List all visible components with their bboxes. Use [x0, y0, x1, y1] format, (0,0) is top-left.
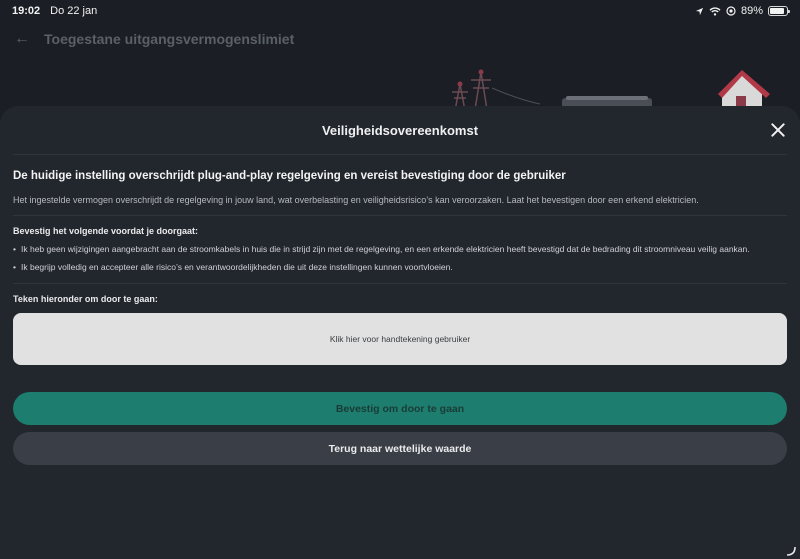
status-date: Do 22 jan [50, 5, 98, 17]
battery-icon [768, 6, 790, 16]
divider [13, 154, 787, 155]
page-header: ← Toegestane uitgangsvermogenslimiet [14, 30, 294, 48]
warning-description: Het ingestelde vermogen overschrijdt de … [13, 195, 699, 205]
divider [13, 283, 787, 284]
confirm-button[interactable]: Bevestig om door te gaan [13, 392, 787, 425]
sheet-header: Veiligheidsovereenkomst [0, 106, 800, 154]
sheet-content: De huidige instelling overschrijdt plug-… [0, 170, 800, 205]
signature-pad[interactable]: Klik hier voor handtekening gebruiker [13, 313, 787, 365]
location-icon [695, 7, 704, 15]
warning-heading: De huidige instelling overschrijdt plug-… [13, 170, 566, 182]
safety-agreement-sheet: Veiligheidsovereenkomst De huidige inste… [0, 106, 800, 559]
resize-corner-icon [786, 546, 796, 556]
back-arrow-icon[interactable]: ← [14, 30, 30, 48]
status-right: 89% [695, 5, 790, 17]
divider [13, 215, 787, 216]
focus-icon [726, 6, 736, 16]
status-left: 19:02 Do 22 jan [12, 5, 97, 17]
wifi-icon [709, 6, 721, 16]
signature-section: Teken hieronder om door te gaan: Klik hi… [0, 294, 800, 465]
confirm-list: Ik heb geen wijzigingen aangebracht aan … [13, 243, 787, 273]
battery-percent: 89% [740, 5, 763, 17]
sign-label: Teken hieronder om door te gaan: [13, 294, 158, 304]
signature-placeholder: Klik hier voor handtekening gebruiker [329, 334, 471, 344]
sheet-title: Veiligheidsovereenkomst [321, 122, 479, 138]
confirm-heading: Bevestig het volgende voordat je doorgaa… [13, 226, 199, 236]
back-to-legal-value-button[interactable]: Terug naar wettelijke waarde [13, 432, 787, 465]
confirm-section: Bevestig het volgende voordat je doorgaa… [0, 226, 800, 273]
list-item: Ik begrijp volledig en accepteer alle ri… [13, 261, 787, 273]
list-item: Ik heb geen wijzigingen aangebracht aan … [13, 243, 787, 255]
page-title: Toegestane uitgangsvermogenslimiet [44, 31, 295, 47]
back-button-label: Terug naar wettelijke waarde [328, 442, 472, 455]
status-time: 19:02 [12, 5, 41, 17]
status-bar: 19:02 Do 22 jan 89% [0, 0, 800, 22]
confirm-button-label: Bevestig om door te gaan [335, 402, 465, 415]
close-icon[interactable] [770, 122, 786, 138]
battery-fill [770, 8, 785, 14]
